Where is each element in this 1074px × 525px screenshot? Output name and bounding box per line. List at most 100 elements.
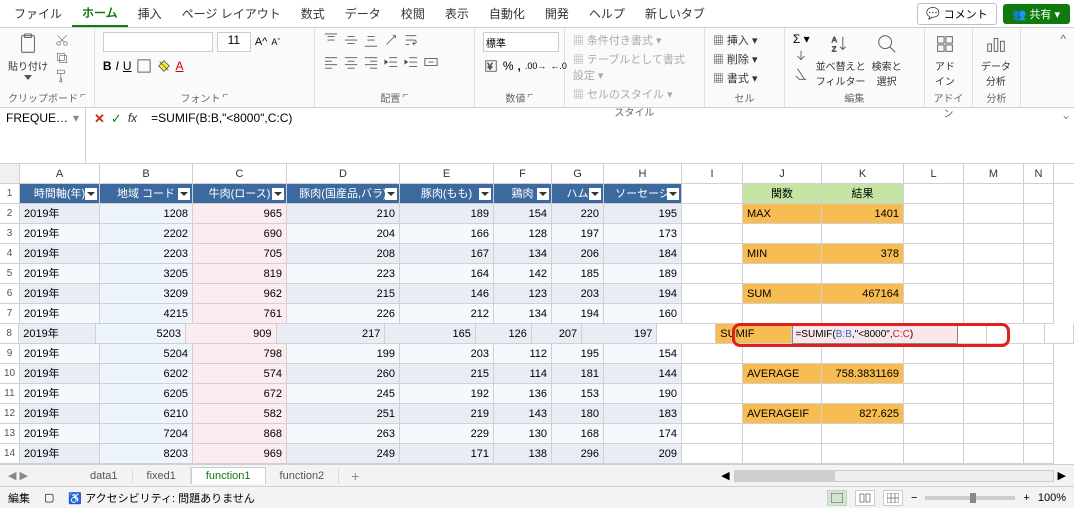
view-normal-button[interactable] bbox=[827, 490, 847, 506]
cell[interactable] bbox=[682, 204, 743, 224]
decrease-font-icon[interactable]: Aˇ bbox=[271, 37, 280, 47]
tab-help[interactable]: ヘルプ bbox=[579, 1, 635, 26]
align-top-icon[interactable] bbox=[323, 32, 339, 48]
cell[interactable]: 2019年 bbox=[20, 404, 100, 424]
orientation-icon[interactable] bbox=[383, 32, 399, 48]
cell[interactable]: 195 bbox=[552, 344, 604, 364]
fx-button[interactable]: fx bbox=[128, 111, 137, 125]
cell[interactable] bbox=[822, 444, 904, 464]
cell[interactable] bbox=[822, 264, 904, 284]
cell[interactable] bbox=[682, 364, 743, 384]
cell[interactable]: 215 bbox=[400, 364, 494, 384]
cell[interactable]: 168 bbox=[552, 424, 604, 444]
cell[interactable] bbox=[1024, 304, 1054, 324]
merge-cells-icon[interactable] bbox=[423, 54, 439, 70]
cell[interactable]: 190 bbox=[604, 384, 682, 404]
delete-cells-button[interactable]: ▦ 削除 ▾ bbox=[713, 51, 758, 67]
row-header[interactable]: 6 bbox=[0, 284, 20, 304]
cell[interactable]: 144 bbox=[604, 364, 682, 384]
cell[interactable] bbox=[682, 424, 743, 444]
cell[interactable]: 2019年 bbox=[20, 444, 100, 464]
cell[interactable]: 467164 bbox=[822, 284, 904, 304]
cell[interactable] bbox=[904, 304, 964, 324]
row-header[interactable]: 7 bbox=[0, 304, 20, 324]
cell[interactable] bbox=[682, 304, 743, 324]
filter-dropdown-icon[interactable] bbox=[85, 188, 97, 200]
cell[interactable] bbox=[743, 224, 822, 244]
cell[interactable]: 183 bbox=[604, 404, 682, 424]
border-button[interactable] bbox=[136, 58, 152, 74]
cell[interactable]: 153 bbox=[552, 384, 604, 404]
cell[interactable] bbox=[958, 324, 987, 344]
underline-button[interactable]: U bbox=[123, 59, 132, 73]
horizontal-scrollbar[interactable] bbox=[734, 470, 1054, 482]
format-painter-icon[interactable] bbox=[54, 68, 70, 84]
cell[interactable] bbox=[964, 404, 1024, 424]
row-header[interactable]: 10 bbox=[0, 364, 20, 384]
cell[interactable]: 154 bbox=[494, 204, 552, 224]
format-as-table-button[interactable]: ▦ テーブルとして書式設定 ▾ bbox=[573, 51, 696, 83]
paste-button[interactable]: 貼り付け bbox=[8, 32, 48, 80]
cell[interactable]: 819 bbox=[193, 264, 287, 284]
cell[interactable] bbox=[964, 204, 1024, 224]
cell[interactable]: 672 bbox=[193, 384, 287, 404]
cell[interactable]: 154 bbox=[604, 344, 682, 364]
col-header-E[interactable]: E bbox=[400, 164, 494, 183]
cell[interactable] bbox=[822, 424, 904, 444]
cell[interactable]: 130 bbox=[494, 424, 552, 444]
increase-decimal-icon[interactable]: .00→ bbox=[525, 61, 547, 71]
find-select-button[interactable]: 検索と 選択 bbox=[872, 32, 902, 88]
table-header[interactable]: ソーセージ bbox=[604, 184, 682, 204]
col-header-L[interactable]: L bbox=[904, 164, 964, 183]
col-header-C[interactable]: C bbox=[193, 164, 287, 183]
cell[interactable] bbox=[743, 344, 822, 364]
cell[interactable]: 260 bbox=[287, 364, 400, 384]
cell[interactable]: 203 bbox=[552, 284, 604, 304]
tab-data[interactable]: データ bbox=[335, 1, 391, 26]
row-header[interactable]: 12 bbox=[0, 404, 20, 424]
cell[interactable] bbox=[657, 324, 716, 344]
cell[interactable] bbox=[964, 384, 1024, 404]
cell[interactable] bbox=[964, 364, 1024, 384]
cell[interactable] bbox=[1024, 444, 1054, 464]
cell[interactable]: 189 bbox=[604, 264, 682, 284]
tab-pagelayout[interactable]: ページ レイアウト bbox=[172, 1, 291, 26]
cell[interactable] bbox=[904, 364, 964, 384]
cell[interactable]: 138 bbox=[494, 444, 552, 464]
cell[interactable]: 209 bbox=[604, 444, 682, 464]
cell[interactable]: 126 bbox=[476, 324, 532, 344]
cell[interactable]: 関数 bbox=[743, 184, 822, 204]
name-box[interactable]: FREQUE…▾ bbox=[0, 108, 86, 163]
cell[interactable] bbox=[964, 244, 1024, 264]
row-header[interactable]: 2 bbox=[0, 204, 20, 224]
cell[interactable]: 167 bbox=[400, 244, 494, 264]
indent-decrease-icon[interactable] bbox=[383, 54, 399, 70]
cell[interactable] bbox=[904, 284, 964, 304]
table-header[interactable]: 地域 コード bbox=[100, 184, 193, 204]
number-format-dropdown[interactable]: 標準 bbox=[483, 32, 559, 52]
col-header-B[interactable]: B bbox=[100, 164, 193, 183]
cell[interactable]: 199 bbox=[287, 344, 400, 364]
filter-dropdown-icon[interactable] bbox=[589, 188, 601, 200]
cell[interactable]: 194 bbox=[552, 304, 604, 324]
formula-bar-input[interactable]: =SUMIF(B:B,"<8000",C:C) bbox=[145, 108, 1058, 163]
cell[interactable] bbox=[682, 184, 743, 204]
col-header-I[interactable]: I bbox=[682, 164, 743, 183]
scroll-right-button[interactable]: ▶ bbox=[1058, 469, 1066, 482]
cell[interactable] bbox=[904, 244, 964, 264]
cell[interactable]: 574 bbox=[193, 364, 287, 384]
row-header[interactable]: 13 bbox=[0, 424, 20, 444]
col-header-M[interactable]: M bbox=[964, 164, 1024, 183]
filter-dropdown-icon[interactable] bbox=[385, 188, 397, 200]
cell[interactable]: AVERAGEIF bbox=[743, 404, 822, 424]
cell[interactable]: SUMIF bbox=[716, 324, 792, 344]
cell[interactable]: AVERAGE bbox=[743, 364, 822, 384]
cell[interactable] bbox=[1024, 204, 1054, 224]
col-header-J[interactable]: J bbox=[743, 164, 822, 183]
cell[interactable]: 7204 bbox=[100, 424, 193, 444]
cell[interactable]: 173 bbox=[604, 224, 682, 244]
enter-formula-button[interactable]: ✓ bbox=[111, 111, 122, 127]
cell[interactable]: 798 bbox=[193, 344, 287, 364]
cell[interactable] bbox=[1024, 224, 1054, 244]
cell[interactable]: 2203 bbox=[100, 244, 193, 264]
